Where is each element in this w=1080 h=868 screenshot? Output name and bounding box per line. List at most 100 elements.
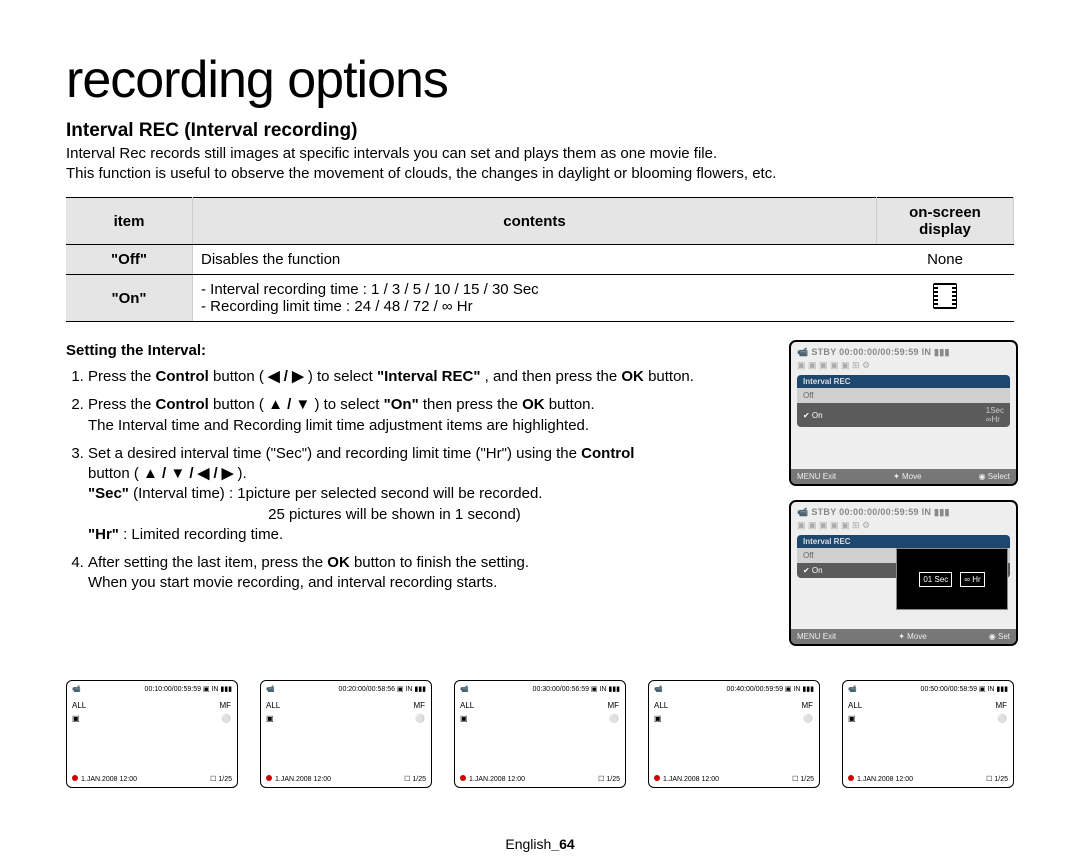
step-3: Set a desired interval time ("Sec") and … — [88, 444, 769, 545]
th-item: item — [66, 198, 193, 245]
lcd-status-bar: 📹 STBY 00:00:00/00:59:59 IN ▮▮▮ — [791, 342, 1016, 360]
t: button ( — [213, 368, 268, 385]
t: ) to select — [308, 368, 377, 385]
options-table: item contents on-screen display "Off" Di… — [66, 197, 1014, 322]
thumb-right-icons: MF⚪ — [607, 701, 619, 723]
t: button to finish the setting. — [354, 554, 529, 571]
lcd-bottom-bar: MENU Exit ✦ Move ◉ Select — [791, 469, 1016, 484]
lcd-icon-row: ▣ ▣ ▣ ▣ ▣ ⊞ ⚙ — [791, 520, 1016, 531]
cell-item-off: "Off" — [66, 245, 193, 275]
off-text: Off — [803, 391, 814, 400]
thumb-bottom: 1.JAN.2008 12:00 ☐ 1/25 — [654, 775, 814, 783]
th-contents: contents — [193, 198, 877, 245]
step-4: After setting the last item, press the O… — [88, 553, 769, 594]
intro-line-1: Interval Rec records still images at spe… — [66, 145, 717, 162]
thumb-bottom: 1.JAN.2008 12:00 ☐ 1/25 — [460, 775, 620, 783]
lcd-preview-1: 📹 STBY 00:00:00/00:59:59 IN ▮▮▮ ▣ ▣ ▣ ▣ … — [789, 340, 1018, 486]
thumb-date: 1.JAN.2008 12:00 — [654, 775, 719, 783]
rec-dot-icon — [72, 775, 78, 781]
on-text: ✔ On — [803, 411, 823, 420]
t: Set a desired interval time ("Sec") and … — [88, 445, 581, 462]
interval-rec-label: "Interval REC" — [377, 368, 480, 385]
page-footer: English_64 — [0, 836, 1080, 852]
step-2: Press the Control button ( ▲ / ▼ ) to se… — [88, 395, 769, 436]
thumb-top: 📹 00:40:00/00:59:59 ▣ IN ▮▮▮ — [654, 685, 814, 693]
lcd-bottom-bar: MENU Exit ✦ Move ◉ Set — [791, 629, 1016, 644]
cell-contents-on: - Interval recording time : 1 / 3 / 5 / … — [193, 275, 877, 322]
camera-icon: 📹 — [460, 685, 469, 693]
t: button ( — [88, 465, 143, 482]
hr-desc: : Limited recording time. — [123, 526, 283, 543]
thumb-left-icons: ALL▣ — [654, 701, 668, 723]
v1: 1Sec — [986, 406, 1004, 415]
thumb-tc: 00:20:00/00:58:56 ▣ IN ▮▮▮ — [339, 685, 426, 693]
lcd-select: ◉ Select — [979, 472, 1010, 481]
rec-dot-icon — [266, 775, 272, 781]
lcd-menu-on: ✔ On 1Sec ∞Hr — [797, 403, 1010, 427]
thumb-right-icons: MF⚪ — [995, 701, 1007, 723]
t: button ( — [213, 396, 268, 413]
thumbnail: 📹00:10:00/00:59:59 ▣ IN ▮▮▮ALL▣MF⚪1.JAN.… — [66, 680, 238, 788]
steps-heading: Setting the Interval: — [66, 342, 769, 359]
sec-desc: (Interval time) : 1picture per selected … — [133, 485, 542, 502]
thumb-count: ☐ 1/25 — [792, 775, 814, 783]
sec-desc-2: 25 pictures will be shown in 1 second) — [268, 506, 521, 523]
thumbnail: 📹00:50:00/00:58:59 ▣ IN ▮▮▮ALL▣MF⚪1.JAN.… — [842, 680, 1014, 788]
on-text: ✔ On — [803, 566, 823, 575]
t: ) to select — [314, 396, 383, 413]
table-header-row: item contents on-screen display — [66, 198, 1014, 245]
lcd-status-text: STBY 00:00:00/00:59:59 IN ▮▮▮ — [811, 347, 949, 357]
all-arrows-icon: ▲ / ▼ / ◀ / ▶ — [143, 465, 233, 482]
sec-label: "Sec" — [88, 485, 129, 502]
thumb-top: 📹00:20:00/00:58:56 ▣ IN ▮▮▮ — [266, 685, 426, 693]
thumb-count: ☐ 1/25 — [598, 775, 620, 783]
thumbnail-strip: 📹00:10:00/00:59:59 ▣ IN ▮▮▮ALL▣MF⚪1.JAN.… — [66, 680, 1014, 788]
control-label: Control — [156, 396, 209, 413]
thumb-count: ☐ 1/25 — [986, 775, 1008, 783]
up-down-arrows-icon: ▲ / ▼ — [268, 396, 310, 413]
left-right-arrows-icon: ◀ / ▶ — [268, 368, 304, 385]
thumb-tc: 00:50:00/00:58:59 ▣ IN ▮▮▮ — [921, 685, 1008, 693]
v2: ∞Hr — [986, 415, 1000, 424]
thumb-count: ☐ 1/25 — [404, 775, 426, 783]
hr-box: ∞ Hr — [960, 572, 984, 587]
thumb-left-icons: ALL▣ — [460, 701, 474, 723]
lcd-menu-panel: Interval REC Off ✔ On 1Sec ∞Hr — [797, 375, 1010, 427]
on-values: 1Sec ∞Hr — [986, 406, 1004, 424]
t: , and then press the — [485, 368, 622, 385]
lcd-menu-title: Interval REC — [797, 375, 1010, 388]
thumb-top: 📹00:50:00/00:58:59 ▣ IN ▮▮▮ — [848, 685, 1008, 693]
intro-line-2: This function is useful to observe the m… — [66, 165, 776, 182]
lcd-menu-off: Off — [797, 388, 1010, 403]
thumbnail: 📹00:40:00/00:59:59 ▣ IN ▮▮▮ALL▣MF⚪1.JAN.… — [648, 680, 820, 788]
thumb-left-icons: ALL▣ — [848, 701, 862, 723]
lcd-icon-row: ▣ ▣ ▣ ▣ ▣ ⊞ ⚙ — [791, 360, 1016, 371]
lcd-set: ◉ Set — [989, 632, 1010, 641]
thumb-right-icons: MF⚪ — [413, 701, 425, 723]
t: button. — [549, 396, 595, 413]
table-row-on: "On" - Interval recording time : 1 / 3 /… — [66, 275, 1014, 322]
control-label: Control — [156, 368, 209, 385]
thumb-right-icons: MF⚪ — [219, 701, 231, 723]
thumb-left-icons: ALL▣ — [266, 701, 280, 723]
thumb-tc: 00:40:00/00:59:59 ▣ IN ▮▮▮ — [727, 685, 814, 693]
t: After setting the last item, press the — [88, 554, 327, 571]
step-1: Press the Control button ( ◀ / ▶ ) to se… — [88, 367, 769, 387]
sec-box: 01 Sec — [919, 572, 952, 587]
t: Press the — [88, 368, 156, 385]
th-osd: on-screen display — [877, 198, 1014, 245]
lcd-menu-exit: MENU Exit — [797, 472, 836, 481]
ok-label: OK — [522, 396, 545, 413]
thumbnail: 📹00:20:00/00:58:56 ▣ IN ▮▮▮ ALL▣ MF⚪ 1.JAN.… — [260, 680, 432, 788]
thumb-date: 1.JAN.2008 12:00 — [266, 775, 331, 783]
lcd-menu-title: Interval REC — [797, 535, 1010, 548]
rec-dot-icon — [460, 775, 466, 781]
camera-icon: 📹 — [654, 685, 663, 693]
lcd-move: ✦ Move — [898, 632, 927, 641]
off-text: Off — [803, 551, 814, 560]
t: then press the — [423, 396, 522, 413]
steps-block: Setting the Interval: Press the Control … — [66, 340, 769, 646]
interval-rec-icon — [933, 283, 957, 309]
thumb-date: 1.JAN.2008 12:00 — [460, 775, 525, 783]
lcd-status-text: STBY 00:00:00/00:59:59 IN ▮▮▮ — [811, 507, 949, 517]
